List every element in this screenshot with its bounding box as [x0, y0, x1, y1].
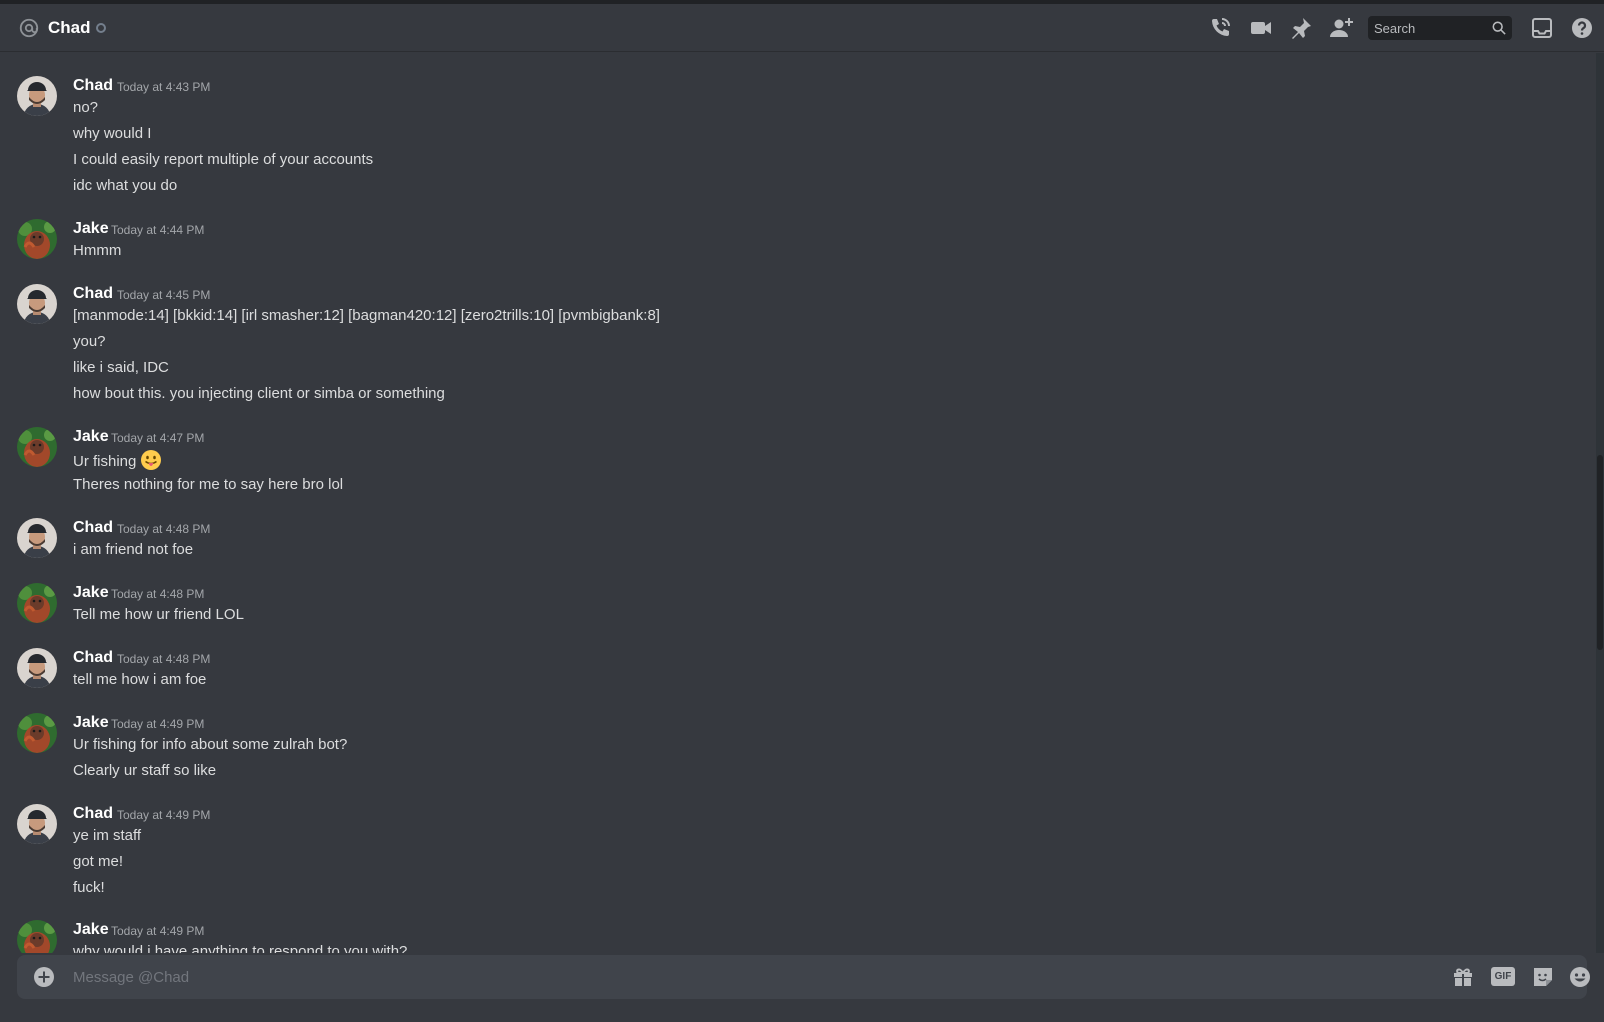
avatar[interactable] [17, 804, 57, 844]
scrollbar-thumb[interactable] [1597, 455, 1603, 650]
search-box[interactable] [1368, 16, 1512, 40]
message-timestamp: Today at 4:49 PM [117, 808, 211, 822]
channel-title: Chad [48, 18, 91, 37]
tongue-out-emoji-icon[interactable] [140, 449, 162, 471]
message-input[interactable] [73, 955, 1433, 999]
message-timestamp: Today at 4:49 PM [111, 717, 205, 731]
message-timestamp: Today at 4:47 PM [111, 431, 205, 445]
message-text: Ur fishing [73, 453, 137, 470]
offline-status-indicator [96, 23, 106, 33]
message-list[interactable]: Chad Today at 4:43 PM no? why would I I … [0, 53, 1596, 953]
avatar[interactable] [17, 219, 57, 259]
message-timestamp: Today at 4:49 PM [111, 924, 205, 938]
message-text: Theres nothing for me to say here bro lo… [73, 476, 344, 493]
message-author[interactable]: Chad [73, 518, 113, 538]
message-timestamp: Today at 4:48 PM [117, 652, 211, 666]
add-friend-icon[interactable] [1329, 16, 1353, 40]
message-text: why would I [73, 125, 152, 142]
message-text: got me! [73, 853, 124, 870]
avatar[interactable] [17, 920, 57, 953]
avatar[interactable] [17, 518, 57, 558]
gif-picker-button[interactable]: GIF [1491, 967, 1515, 986]
message-timestamp: Today at 4:45 PM [117, 288, 211, 302]
message-composer: GIF [17, 955, 1590, 999]
message-text: idc what you do [73, 177, 178, 194]
sticker-icon[interactable] [1531, 965, 1555, 989]
message-author[interactable]: Jake [73, 427, 109, 447]
avatar[interactable] [17, 427, 57, 467]
help-icon[interactable] [1570, 16, 1594, 40]
message-author[interactable]: Jake [73, 920, 109, 940]
message-author[interactable]: Chad [73, 284, 113, 304]
message-text: you? [73, 333, 106, 350]
avatar[interactable] [17, 284, 57, 324]
message-text: why would i have anything to respond to … [73, 943, 408, 953]
message-text: I could easily report multiple of your a… [73, 151, 374, 168]
avatar[interactable] [17, 583, 57, 623]
avatar[interactable] [17, 713, 57, 753]
phone-call-icon[interactable] [1208, 16, 1232, 40]
search-icon [1492, 21, 1506, 35]
channel-header: Chad [0, 4, 1604, 52]
message-timestamp: Today at 4:48 PM [117, 522, 211, 536]
message-timestamp: Today at 4:43 PM [117, 80, 211, 94]
message-author[interactable]: Chad [73, 648, 113, 668]
message-author[interactable]: Chad [73, 804, 113, 824]
emoji-picker-icon[interactable] [1568, 965, 1592, 989]
message-author[interactable]: Chad [73, 76, 113, 96]
message-text: Ur fishing for info about some zulrah bo… [73, 736, 348, 753]
at-sign-icon [18, 17, 40, 39]
avatar[interactable] [17, 76, 57, 116]
message-text: Tell me how ur friend LOL [73, 606, 244, 623]
gift-icon[interactable] [1451, 965, 1475, 989]
message-text: how bout this. you injecting client or s… [73, 385, 445, 402]
avatar[interactable] [17, 648, 57, 688]
message-author[interactable]: Jake [73, 219, 109, 239]
message-text: fuck! [73, 879, 105, 896]
message-timestamp: Today at 4:48 PM [111, 587, 205, 601]
message-author[interactable]: Jake [73, 583, 109, 603]
message-text: i am friend not foe [73, 541, 194, 558]
message-timestamp: Today at 4:44 PM [111, 223, 205, 237]
search-input[interactable] [1368, 16, 1488, 40]
message-text: Clearly ur staff so like [73, 762, 217, 779]
message-text: no? [73, 99, 99, 116]
video-camera-icon[interactable] [1249, 16, 1273, 40]
pin-icon[interactable] [1289, 16, 1313, 40]
message-author[interactable]: Jake [73, 713, 109, 733]
message-text: Hmmm [73, 242, 122, 259]
message-text: [manmode:14] [bkkid:14] [irl smasher:12]… [73, 307, 660, 324]
message-text-row: Ur fishing [73, 449, 162, 472]
message-text: like i said, IDC [73, 359, 169, 376]
inbox-icon[interactable] [1530, 16, 1554, 40]
upload-plus-icon[interactable] [33, 966, 55, 988]
message-text: tell me how i am foe [73, 671, 207, 688]
message-text: ye im staff [73, 827, 142, 844]
